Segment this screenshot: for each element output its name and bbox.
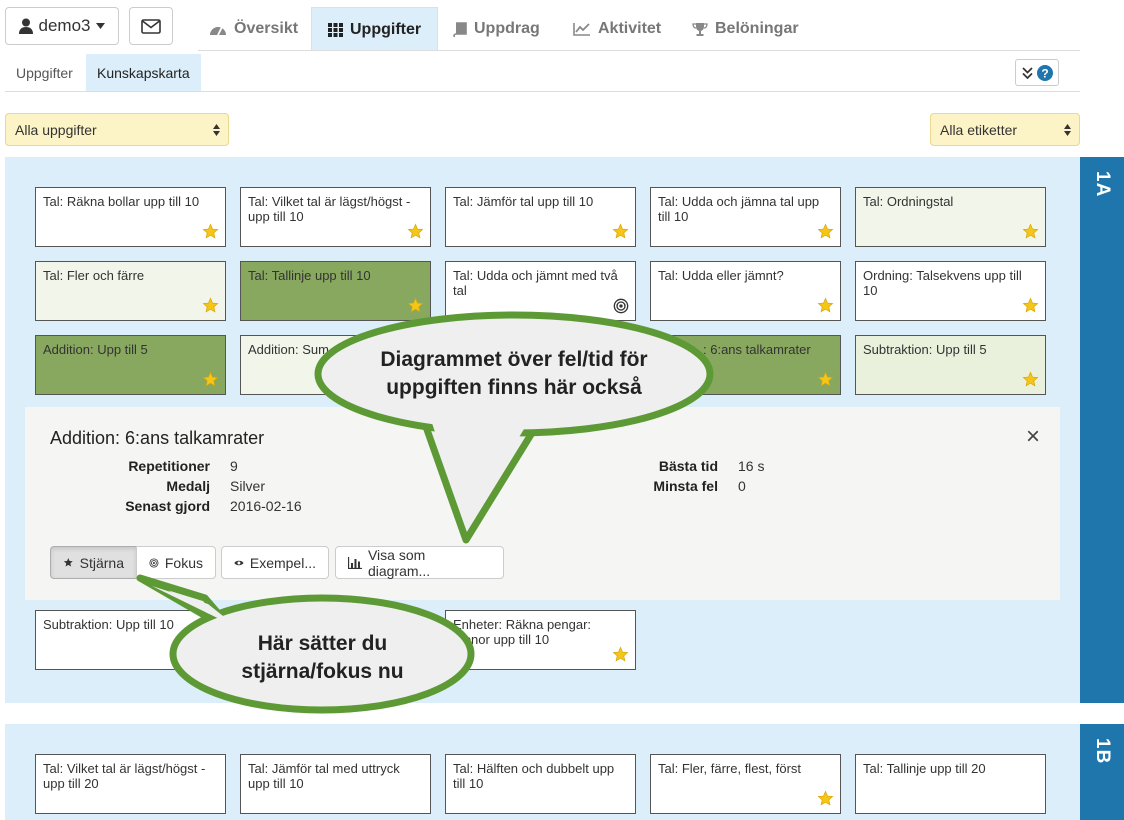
- callout-overlay: [136, 311, 714, 714]
- callout-bottom-text: Här sätter du stjärna/fokus nu: [241, 632, 404, 683]
- callout-top-text: Diagrammet över fel/tid för uppgiften fi…: [380, 348, 648, 399]
